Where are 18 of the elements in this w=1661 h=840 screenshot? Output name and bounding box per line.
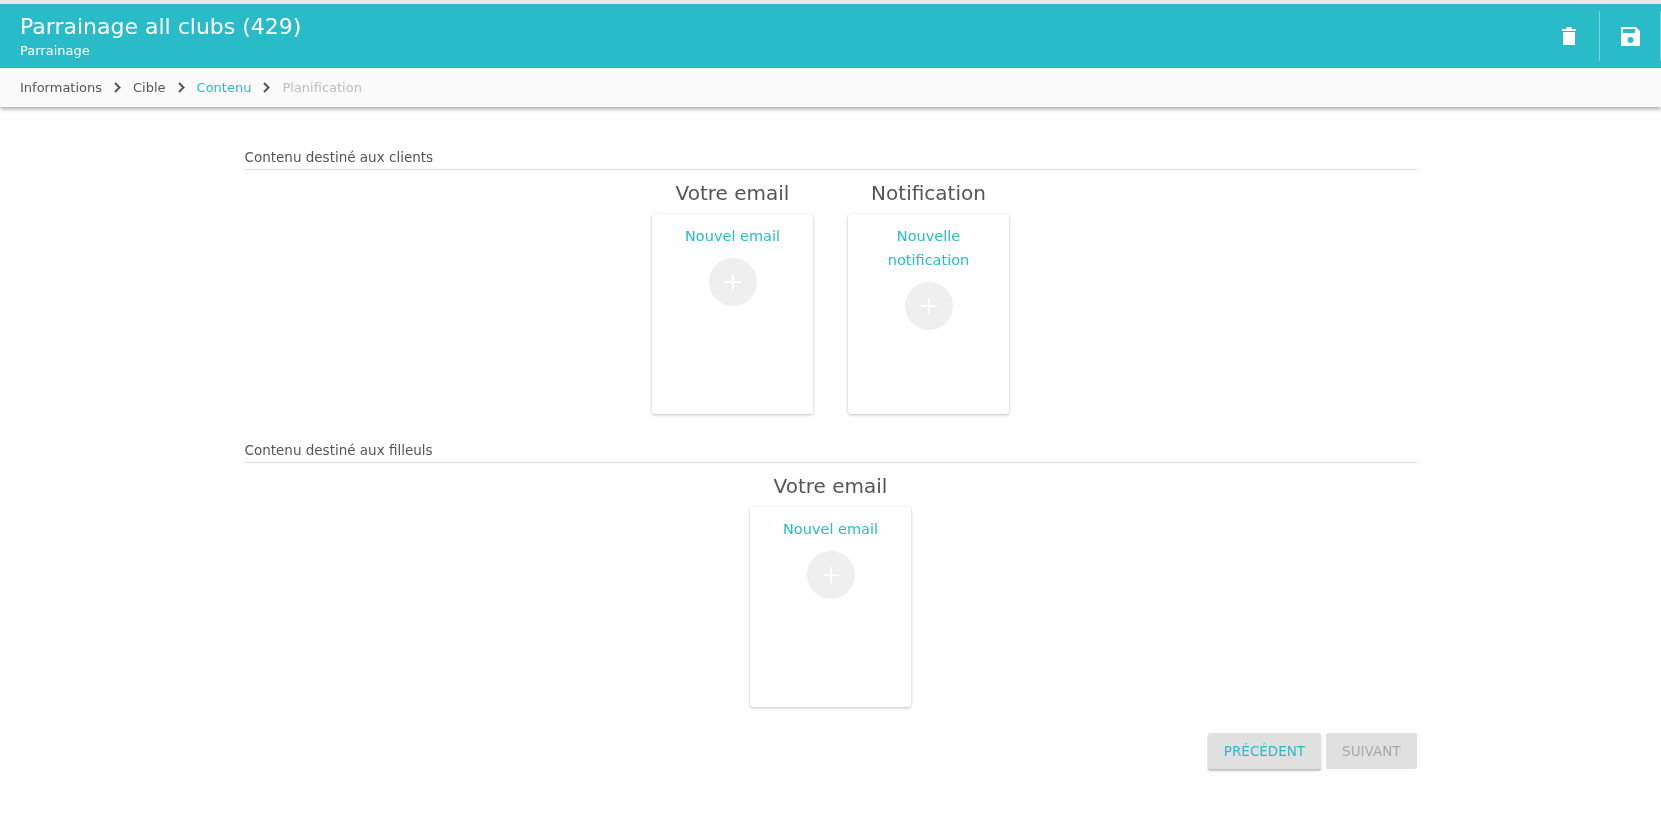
chevron-right-icon	[263, 82, 271, 93]
create-link[interactable]: Nouvel email	[682, 224, 783, 248]
page-subtitle: Parrainage	[20, 43, 91, 58]
card-heading: Votre email	[773, 474, 888, 498]
previous-button[interactable]: PRÉCÉDENT	[1207, 733, 1322, 769]
card-heading: Notification	[871, 181, 986, 205]
chevron-right-icon	[114, 82, 122, 93]
page-title: Parrainage all clubs (429)	[20, 14, 302, 39]
section-title: Contenu destiné aux clients	[244, 149, 1417, 170]
create-link[interactable]: Nouvel email	[780, 517, 881, 541]
breadcrumb-step[interactable]: Contenu	[196, 80, 252, 95]
section-title: Contenu destiné aux filleuls	[244, 442, 1417, 463]
breadcrumb-step[interactable]: Cible	[133, 80, 166, 95]
chevron-right-icon	[177, 82, 185, 93]
create-link[interactable]: Nouvelle notification	[878, 224, 979, 272]
breadcrumb-step[interactable]: Informations	[20, 80, 103, 95]
card-heading: Votre email	[675, 181, 790, 205]
trash-icon	[1561, 26, 1577, 46]
